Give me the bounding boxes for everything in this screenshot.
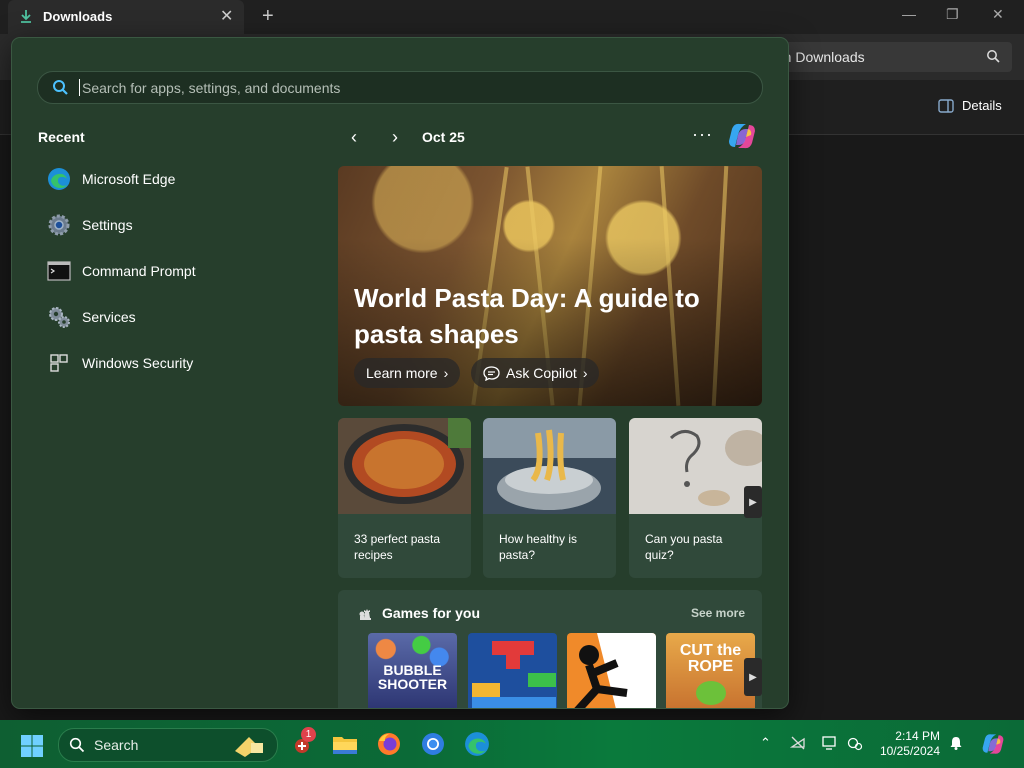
hero-title: World Pasta Day: A guide to pasta shapes [354,283,700,349]
details-pane-icon [938,98,954,113]
taskbar-app-file-explorer[interactable] [331,730,359,758]
recent-item-microsoft-edge[interactable]: Microsoft Edge [46,161,286,197]
folder-icon [333,737,357,754]
card-title: How healthy is pasta? [499,532,578,562]
cards-next-button[interactable]: ▶ [744,486,762,518]
recent-item-label: Settings [82,217,133,233]
tab-close-button[interactable]: ✕ [220,6,233,26]
taskbar-app-firefox[interactable] [375,730,403,758]
notification-badge: 1 [301,727,316,742]
explorer-titlebar: Downloads ✕ + — ❐ ✕ [0,0,1024,34]
edge-icon [465,732,489,756]
recent-item-services[interactable]: Services [46,299,286,335]
search-highlight-icon [235,737,263,757]
recent-item-windows-security[interactable]: Windows Security [46,345,286,381]
tray-overflow-chevron-icon[interactable]: ⌃ [760,735,776,751]
network-disconnected-icon[interactable] [790,735,806,751]
search-icon [69,737,85,753]
next-button[interactable]: › [384,126,406,148]
news-card[interactable]: Can you pasta quiz? [629,418,762,578]
details-button[interactable]: Details [938,98,1002,113]
chrome-icon [422,733,444,755]
learn-more-button[interactable]: Learn more › [354,358,461,388]
recent-item-label: Services [82,309,136,325]
game-tile-cut-the-rope[interactable]: CUT the ROPE [666,633,755,708]
hero-card[interactable]: World Pasta Day: A guide to pasta shapes… [338,166,762,406]
taskbar-search-label: Search [94,737,139,753]
previous-button[interactable]: ‹ [343,126,365,148]
new-tab-button[interactable]: + [262,5,274,28]
pasta-pot-image [483,418,616,514]
learn-more-label: Learn more [366,365,438,381]
chess-piece-icon [359,609,371,620]
explorer-search-input[interactable]: rch Downloads [760,42,1012,72]
game-tile-stickman[interactable] [567,633,656,708]
taskbar-search[interactable]: Search [58,728,278,762]
recent-heading: Recent [38,129,85,145]
windows-start-icon[interactable] [20,734,44,758]
gear-icon [46,212,72,238]
maximize-button[interactable]: ❐ [946,6,959,23]
recent-item-label: Command Prompt [82,263,196,279]
clock-date: 10/25/2024 [879,744,940,758]
notification-bell-icon[interactable] [948,735,964,751]
download-icon [21,10,31,23]
flour-question-image [629,418,762,514]
tab-title: Downloads [43,9,113,24]
start-menu: Recent Microsoft Edge Settings [12,38,788,708]
sync-icon[interactable] [847,735,863,751]
games-next-button[interactable]: ▶ [744,658,762,696]
om-nom-character [696,681,726,705]
news-card[interactable]: How healthy is pasta? [483,418,616,578]
feed-date: Oct 25 [422,129,465,145]
minimize-button[interactable]: — [902,6,916,22]
start-search-box[interactable] [37,71,763,104]
shield-icon [46,350,72,376]
pasta-dish-image [338,418,471,514]
more-options-button[interactable]: ··· [692,124,713,145]
recent-item-command-prompt[interactable]: Command Prompt [46,253,286,289]
display-icon[interactable] [822,735,838,751]
recent-item-label: Microsoft Edge [82,171,176,187]
game-title: CUT the ROPE [679,642,742,675]
games-section: Games for you See more BUBBLE SHOOTER CU… [338,590,762,708]
games-title: Games for you [382,605,481,621]
recent-item-label: Windows Security [82,355,194,371]
clock-time: 2:14 PM [895,729,940,743]
game-tile-blocks[interactable] [468,633,557,708]
chevron-right-icon: › [443,365,449,381]
see-more-link[interactable]: See more [691,606,745,620]
taskbar-app-chrome[interactable] [419,730,447,758]
news-card[interactable]: 33 perfect pasta recipes [338,418,471,578]
card-title: Can you pasta quiz? [645,532,723,562]
system-clock[interactable]: 2:14 PM 10/25/2024 [878,729,940,759]
taskbar-app-edge[interactable] [463,730,491,758]
start-search-input[interactable] [80,76,724,100]
recent-item-settings[interactable]: Settings [46,207,286,243]
search-icon [53,80,68,95]
chevron-right-icon: › [582,365,588,381]
close-window-button[interactable]: ✕ [992,6,1004,23]
services-icon [46,304,72,330]
chat-bubble-icon [483,365,500,381]
copilot-icon[interactable] [726,121,758,151]
firefox-icon [378,733,400,755]
search-icon [987,50,1000,63]
ask-copilot-button[interactable]: Ask Copilot › [471,358,600,388]
edge-icon [46,166,72,192]
game-title: BUBBLE SHOOTER [377,662,448,692]
copilot-icon[interactable] [980,732,1006,756]
terminal-icon [46,258,72,284]
ask-copilot-label: Ask Copilot [506,365,577,381]
details-label: Details [962,98,1002,113]
tab-downloads[interactable]: Downloads ✕ [8,0,244,34]
card-title: 33 perfect pasta recipes [354,532,441,562]
game-tile-bubble-shooter[interactable]: BUBBLE SHOOTER [368,633,457,708]
